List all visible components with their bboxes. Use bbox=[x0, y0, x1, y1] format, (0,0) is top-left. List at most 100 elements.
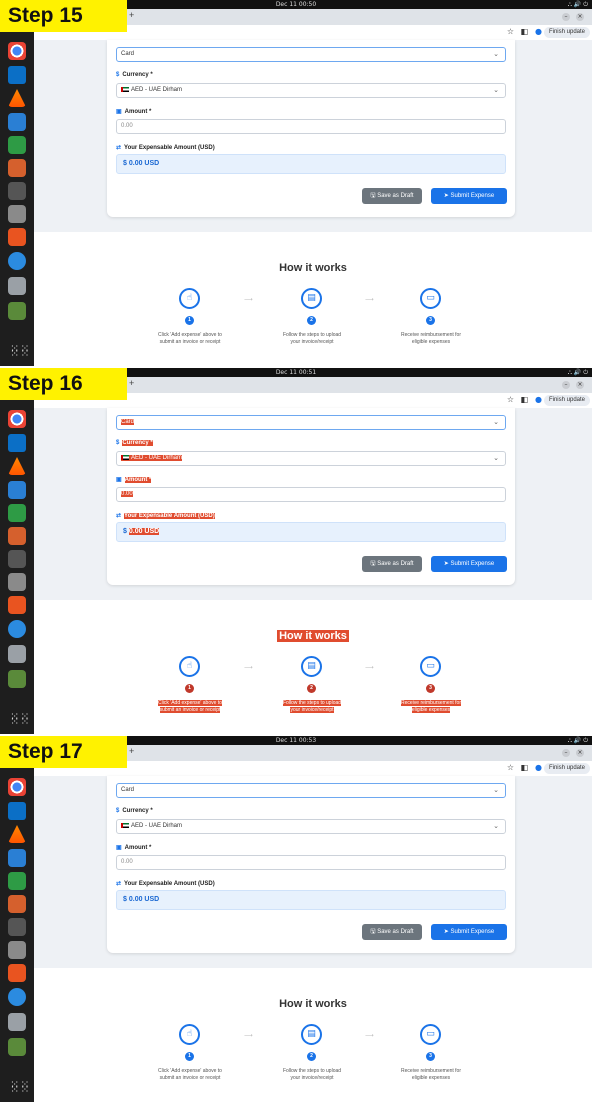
profile-icon[interactable]: ● bbox=[535, 763, 542, 772]
impress-icon[interactable] bbox=[8, 527, 26, 545]
save-draft-button[interactable]: 🖫 Save as Draft bbox=[362, 924, 422, 940]
impress-icon[interactable] bbox=[8, 159, 26, 177]
save-draft-button[interactable]: 🖫 Save as Draft bbox=[362, 188, 422, 204]
finish-update-button[interactable]: Finish update bbox=[543, 763, 590, 774]
document-icon: ▤ bbox=[301, 656, 322, 677]
payment-method-select[interactable]: Card ⌄ bbox=[116, 783, 506, 798]
software-icon[interactable] bbox=[8, 596, 26, 614]
how-it-works-section: How it works ☝ ▤ ▭ ⟶ ⟶ 1 2 3 Click 'Add … bbox=[34, 232, 592, 366]
amount-input[interactable]: 0.00 bbox=[116, 487, 506, 502]
currency-select[interactable]: AED - UAE Dirham ⌄ bbox=[116, 83, 506, 98]
screenshot-panel: Dec 11 00:53 ⛬ 🔊 ⏻ ⁙⁙ ⁙⁙ + – × ☆ ◧ ● Fini… bbox=[0, 736, 592, 1102]
payment-method-select[interactable]: Card ⌄ bbox=[116, 47, 506, 62]
bookmark-star-icon[interactable]: ☆ bbox=[507, 395, 514, 404]
minimize-button[interactable]: – bbox=[562, 749, 570, 757]
pointer-icon: ☝ bbox=[179, 1024, 200, 1045]
vlc-icon[interactable] bbox=[8, 825, 26, 843]
chrome-icon[interactable] bbox=[8, 410, 26, 428]
expense-form-card: Card ⌄ $ Currency * AED - UAE Dirham ⌄ ▣ Amo… bbox=[107, 408, 515, 585]
arrow-icon: ⟶ bbox=[244, 664, 253, 671]
new-tab-button[interactable]: + bbox=[129, 746, 134, 756]
finish-update-button[interactable]: Finish update bbox=[543, 395, 590, 406]
chevron-down-icon: ⌄ bbox=[493, 419, 499, 426]
trash-icon[interactable] bbox=[8, 302, 26, 320]
close-button[interactable]: × bbox=[576, 749, 584, 757]
profile-icon[interactable]: ● bbox=[535, 395, 542, 404]
system-tray[interactable]: ⛬ 🔊 ⏻ bbox=[568, 0, 588, 9]
arrow-icon: ⟶ bbox=[365, 664, 374, 671]
vlc-icon[interactable] bbox=[8, 457, 26, 475]
writer-icon[interactable] bbox=[8, 113, 26, 131]
apps-grid-icon[interactable]: ⁙⁙ ⁙⁙ bbox=[10, 1079, 29, 1096]
currency-select[interactable]: AED - UAE Dirham ⌄ bbox=[116, 451, 506, 466]
writer-icon[interactable] bbox=[8, 849, 26, 867]
chrome-icon[interactable] bbox=[8, 42, 26, 60]
writer-icon[interactable] bbox=[8, 481, 26, 499]
software-icon[interactable] bbox=[8, 964, 26, 982]
uae-flag-icon bbox=[121, 822, 129, 828]
help-icon[interactable] bbox=[8, 252, 26, 270]
vlc-icon[interactable] bbox=[8, 89, 26, 107]
save-draft-button[interactable]: 🖫 Save as Draft bbox=[362, 556, 422, 572]
terminal-icon[interactable] bbox=[8, 918, 26, 936]
terminal-icon[interactable] bbox=[8, 550, 26, 568]
files-icon[interactable] bbox=[8, 941, 26, 959]
save-icon[interactable] bbox=[8, 645, 26, 663]
dock: ⁙⁙ ⁙⁙ bbox=[0, 0, 34, 366]
help-icon[interactable] bbox=[8, 988, 26, 1006]
vscode-icon[interactable] bbox=[8, 66, 26, 84]
profile-icon[interactable]: ● bbox=[535, 27, 542, 36]
currency-select[interactable]: AED - UAE Dirham ⌄ bbox=[116, 819, 506, 834]
close-button[interactable]: × bbox=[576, 13, 584, 21]
software-icon[interactable] bbox=[8, 228, 26, 246]
payment-method-select[interactable]: Card ⌄ bbox=[116, 415, 506, 430]
amount-input[interactable]: 0.00 bbox=[116, 119, 506, 134]
expense-form-card: Card ⌄ $ Currency * AED - UAE Dirham ⌄ ▣ Amo… bbox=[107, 40, 515, 217]
system-tray[interactable]: ⛬ 🔊 ⏻ bbox=[568, 368, 588, 377]
side-panel-icon[interactable]: ◧ bbox=[520, 763, 528, 772]
files-icon[interactable] bbox=[8, 205, 26, 223]
how-it-works-title: How it works bbox=[277, 630, 349, 642]
new-tab-button[interactable]: + bbox=[129, 10, 134, 20]
save-icon[interactable] bbox=[8, 277, 26, 295]
step-label: Step 15 bbox=[0, 0, 127, 32]
amount-input[interactable]: 0.00 bbox=[116, 855, 506, 870]
help-icon[interactable] bbox=[8, 620, 26, 638]
pointer-icon: ☝ bbox=[179, 288, 200, 309]
bookmark-star-icon[interactable]: ☆ bbox=[507, 763, 514, 772]
vscode-icon[interactable] bbox=[8, 802, 26, 820]
new-tab-button[interactable]: + bbox=[129, 378, 134, 388]
step-description: Click 'Add expense' above to submit an in… bbox=[158, 700, 222, 713]
finish-update-button[interactable]: Finish update bbox=[543, 27, 590, 38]
calc-icon[interactable] bbox=[8, 136, 26, 154]
minimize-button[interactable]: – bbox=[562, 13, 570, 21]
chrome-icon[interactable] bbox=[8, 778, 26, 796]
save-icon: 🖫 bbox=[370, 561, 376, 567]
trash-icon[interactable] bbox=[8, 1038, 26, 1056]
impress-icon[interactable] bbox=[8, 895, 26, 913]
trash-icon[interactable] bbox=[8, 670, 26, 688]
submit-expense-button[interactable]: ➤ Submit Expense bbox=[431, 924, 507, 940]
calc-icon[interactable] bbox=[8, 504, 26, 522]
arrow-icon: ⟶ bbox=[244, 1032, 253, 1039]
save-icon[interactable] bbox=[8, 1013, 26, 1031]
calc-icon[interactable] bbox=[8, 872, 26, 890]
terminal-icon[interactable] bbox=[8, 182, 26, 200]
dollar-icon: $ bbox=[116, 440, 120, 446]
chevron-down-icon: ⌄ bbox=[493, 455, 499, 462]
files-icon[interactable] bbox=[8, 573, 26, 591]
card-icon: ▭ bbox=[420, 1024, 441, 1045]
submit-expense-button[interactable]: ➤ Submit Expense bbox=[431, 188, 507, 204]
side-panel-icon[interactable]: ◧ bbox=[520, 395, 528, 404]
system-tray[interactable]: ⛬ 🔊 ⏻ bbox=[568, 736, 588, 745]
side-panel-icon[interactable]: ◧ bbox=[520, 27, 528, 36]
apps-grid-icon[interactable]: ⁙⁙ ⁙⁙ bbox=[10, 711, 29, 728]
close-button[interactable]: × bbox=[576, 381, 584, 389]
money-icon: ▣ bbox=[116, 109, 122, 115]
minimize-button[interactable]: – bbox=[562, 381, 570, 389]
exchange-icon: ⇄ bbox=[116, 881, 122, 887]
apps-grid-icon[interactable]: ⁙⁙ ⁙⁙ bbox=[10, 343, 29, 360]
submit-expense-button[interactable]: ➤ Submit Expense bbox=[431, 556, 507, 572]
bookmark-star-icon[interactable]: ☆ bbox=[507, 27, 514, 36]
vscode-icon[interactable] bbox=[8, 434, 26, 452]
